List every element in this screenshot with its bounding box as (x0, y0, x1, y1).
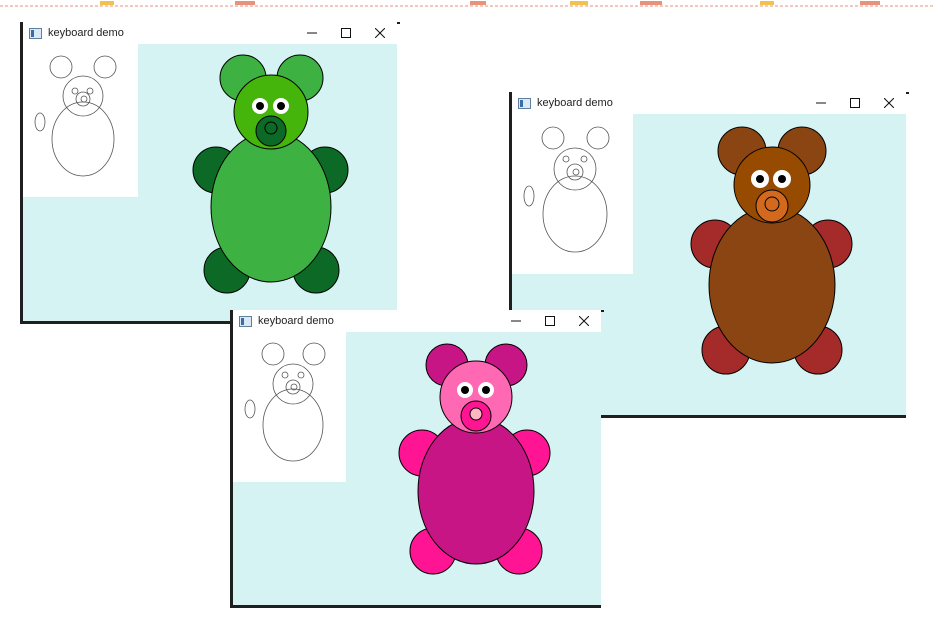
bear (192, 54, 349, 294)
close-button[interactable] (363, 22, 397, 44)
window-title: keyboard demo (537, 97, 613, 109)
title-bar[interactable]: keyboard demo (23, 22, 397, 44)
window-green-bear[interactable]: keyboard demo (20, 22, 400, 324)
close-button[interactable] (872, 92, 906, 114)
title-bar[interactable]: keyboard demo (233, 310, 601, 332)
bear-left-pupil (756, 175, 764, 183)
minimize-icon (307, 32, 317, 34)
maximize-icon (850, 98, 860, 108)
close-icon (375, 28, 385, 38)
bear-left-pupil (461, 386, 469, 394)
minimize-button[interactable] (499, 310, 533, 332)
bear-nose (469, 407, 483, 421)
maximize-button[interactable] (533, 310, 567, 332)
maximize-icon (545, 316, 555, 326)
canvas-area[interactable] (23, 44, 397, 321)
canvas (233, 332, 551, 575)
sketch-panel (233, 332, 346, 482)
bear-body (417, 417, 535, 565)
bear-right-pupil (482, 386, 490, 394)
bear-nose (264, 121, 278, 135)
bear (690, 126, 853, 375)
window-title: keyboard demo (48, 27, 124, 39)
close-icon (884, 98, 894, 108)
app-icon (518, 95, 534, 111)
app-icon (239, 313, 255, 329)
sketch-panel (23, 44, 138, 197)
background-decoration-strip (0, 0, 933, 12)
window-title: keyboard demo (258, 315, 334, 327)
bear-right-pupil (277, 102, 285, 110)
close-icon (579, 316, 589, 326)
app-icon (29, 25, 45, 41)
bear-body (210, 131, 332, 283)
minimize-icon (816, 102, 826, 104)
bear-body (708, 206, 836, 364)
minimize-button[interactable] (804, 92, 838, 114)
bear-right-pupil (778, 175, 786, 183)
window-pink-bear[interactable]: keyboard demo (230, 310, 604, 608)
minimize-button[interactable] (295, 22, 329, 44)
title-bar[interactable]: keyboard demo (512, 92, 906, 114)
canvas-area[interactable] (233, 332, 601, 605)
bear-nose (764, 196, 780, 212)
maximize-button[interactable] (838, 92, 872, 114)
close-button[interactable] (567, 310, 601, 332)
minimize-icon (511, 320, 521, 322)
sketch-panel (512, 114, 633, 274)
maximize-button[interactable] (329, 22, 363, 44)
maximize-icon (341, 28, 351, 38)
bear-left-pupil (256, 102, 264, 110)
canvas (23, 44, 349, 294)
bear (398, 343, 551, 575)
